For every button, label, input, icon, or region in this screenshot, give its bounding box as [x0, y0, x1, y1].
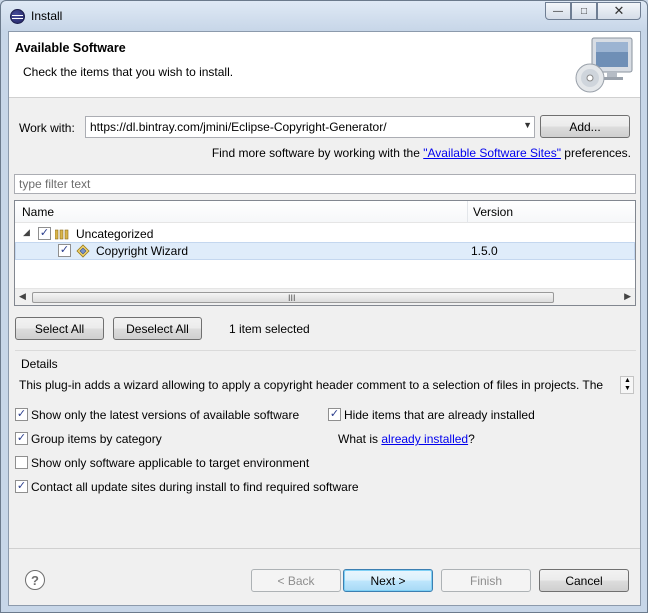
scroll-grip-icon: III: [288, 293, 296, 303]
chevron-down-icon[interactable]: ▼: [523, 120, 532, 130]
footer-divider: [9, 548, 640, 549]
find-more-suffix: preferences.: [564, 146, 631, 160]
eclipse-icon: [10, 9, 25, 24]
add-site-button[interactable]: Add...: [540, 115, 630, 138]
feature-icon: [76, 244, 90, 258]
close-button[interactable]: ✕: [597, 2, 641, 20]
feature-name: Copyright Wizard: [96, 244, 189, 258]
column-divider[interactable]: [467, 201, 468, 223]
category-checkbox[interactable]: ✓: [38, 227, 51, 240]
work-with-label: Work with:: [19, 121, 75, 135]
feature-version: 1.5.0: [471, 244, 498, 258]
scrollbar-thumb[interactable]: III: [32, 292, 554, 303]
hide-installed-checkbox[interactable]: ✓: [328, 408, 341, 421]
deselect-all-button[interactable]: Deselect All: [113, 317, 202, 340]
find-more-line: Find more software by working with the "…: [212, 146, 631, 160]
group-by-category-checkbox[interactable]: ✓: [15, 432, 28, 445]
already-installed-link[interactable]: already installed: [381, 432, 468, 446]
selection-status: 1 item selected: [229, 322, 310, 336]
next-button[interactable]: Next >: [343, 569, 433, 592]
filter-input[interactable]: type filter text: [14, 174, 636, 194]
applicable-only-checkbox[interactable]: [15, 456, 28, 469]
available-software-sites-link[interactable]: "Available Software Sites": [423, 146, 561, 160]
latest-versions-checkbox[interactable]: ✓: [15, 408, 28, 421]
scroll-right-icon[interactable]: ▶: [624, 291, 631, 302]
help-icon[interactable]: ?: [25, 570, 45, 590]
feature-checkbox[interactable]: ✓: [58, 244, 71, 257]
find-more-prefix: Find more software by working with the: [211, 146, 420, 160]
install-banner-icon: [575, 37, 633, 93]
work-with-combo[interactable]: https://dl.bintray.com/jmini/Eclipse-Cop…: [85, 116, 535, 138]
window-title: Install: [31, 9, 63, 23]
select-all-button[interactable]: Select All: [15, 317, 104, 340]
page-description: Check the items that you wish to install…: [23, 65, 234, 79]
details-scroll-icon[interactable]: ▲ ▼: [620, 376, 634, 394]
maximize-button[interactable]: □: [571, 2, 597, 20]
back-button[interactable]: < Back: [251, 569, 341, 592]
table-row-feature[interactable]: ✓ Copyright Wizard 1.5.0: [15, 242, 635, 260]
latest-versions-label[interactable]: Show only the latest versions of availab…: [31, 408, 299, 422]
column-header-version[interactable]: Version: [473, 205, 513, 219]
window-controls: — □ ✕: [545, 2, 641, 20]
collapse-arrow-icon[interactable]: ◢: [23, 227, 30, 238]
what-is-prefix: What is: [338, 432, 379, 446]
cancel-button[interactable]: Cancel: [539, 569, 629, 592]
install-dialog: Install — □ ✕ Available Software Check t…: [0, 0, 648, 613]
group-by-category-label[interactable]: Group items by category: [31, 432, 162, 446]
dialog-client-area: Available Software Check the items that …: [8, 31, 641, 606]
table-row-category[interactable]: ◢ ✓ Uncategorized: [15, 225, 635, 243]
page-title: Available Software: [15, 41, 126, 55]
software-table: Name Version ◢ ✓ Uncategorized ✓ Copyrig…: [14, 200, 636, 306]
title-bar[interactable]: Install — □ ✕: [1, 1, 647, 31]
horizontal-scrollbar[interactable]: ◀ III ▶: [15, 288, 635, 305]
details-text: This plug-in adds a wizard allowing to a…: [19, 378, 604, 392]
column-header-name[interactable]: Name: [22, 205, 54, 219]
scroll-left-icon[interactable]: ◀: [19, 291, 26, 302]
what-is-installed-line: What is already installed?: [338, 432, 475, 446]
details-label: Details: [21, 357, 58, 371]
contact-sites-label[interactable]: Contact all update sites during install …: [31, 480, 359, 494]
hide-installed-label[interactable]: Hide items that are already installed: [344, 408, 535, 422]
work-with-value: https://dl.bintray.com/jmini/Eclipse-Cop…: [90, 120, 387, 134]
contact-sites-checkbox[interactable]: ✓: [15, 480, 28, 493]
category-icon: [55, 229, 69, 240]
minimize-button[interactable]: —: [545, 2, 571, 20]
what-is-suffix: ?: [468, 432, 475, 446]
table-header: Name Version: [15, 201, 635, 223]
wizard-header: Available Software Check the items that …: [9, 32, 640, 98]
applicable-only-label[interactable]: Show only software applicable to target …: [31, 456, 309, 470]
details-divider: [15, 350, 636, 351]
finish-button[interactable]: Finish: [441, 569, 531, 592]
category-name: Uncategorized: [76, 227, 154, 241]
